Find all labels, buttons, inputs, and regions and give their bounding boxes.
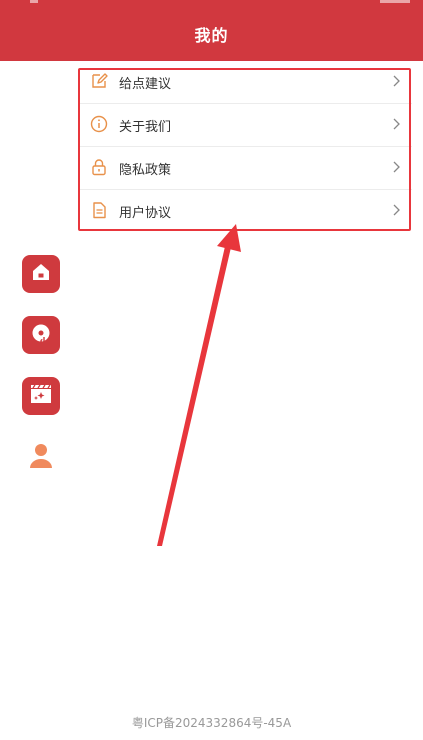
annotation-highlight-box <box>78 68 411 231</box>
sidebar-profile-button[interactable] <box>29 443 53 469</box>
status-bar-fragment <box>380 0 410 3</box>
icp-license-text: 粤ICP备2024332864号-45A <box>131 716 292 730</box>
status-bar-fragment <box>30 0 38 3</box>
page-title: 我的 <box>194 26 229 45</box>
sidebar-home-button[interactable] <box>22 255 60 293</box>
home-icon <box>30 261 52 287</box>
app-header: 我的 <box>0 0 423 61</box>
video-clapper-icon <box>29 383 53 409</box>
music-disc-icon <box>30 322 52 348</box>
user-icon <box>29 444 53 473</box>
sidebar-video-button[interactable] <box>22 377 60 415</box>
sidebar-music-button[interactable] <box>22 316 60 354</box>
